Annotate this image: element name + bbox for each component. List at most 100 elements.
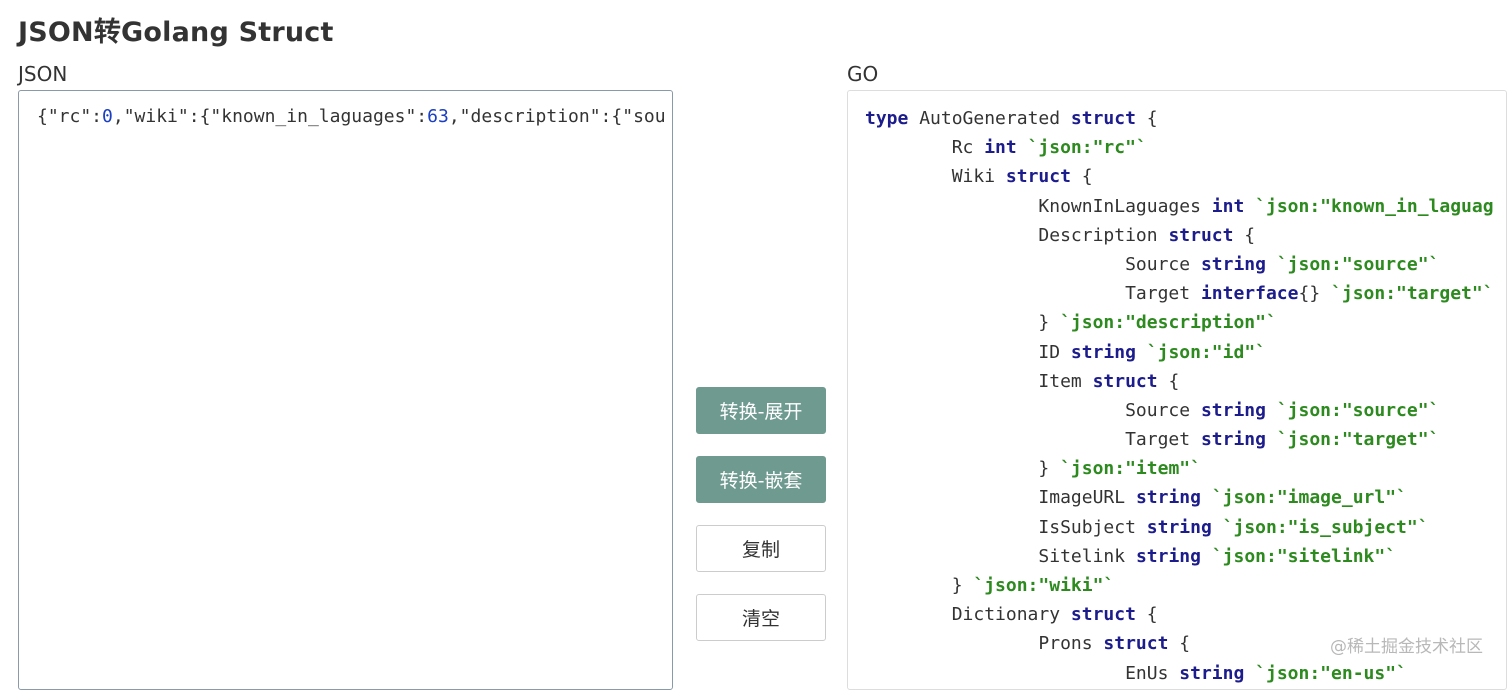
- go-struct-tag: `json:"rc"`: [1027, 137, 1147, 159]
- go-code-token: Source: [865, 253, 1201, 275]
- go-code-token: [1266, 254, 1277, 275]
- copy-button[interactable]: 复制: [696, 525, 826, 572]
- json-panel-label: JSON: [18, 62, 68, 86]
- go-keyword: struct: [1168, 224, 1234, 246]
- go-code-token: Wiki: [865, 166, 1006, 188]
- go-struct-tag: `json:"sitelink"`: [1211, 545, 1397, 567]
- go-code-token: {: [1135, 604, 1158, 626]
- go-code-token: Target: [865, 429, 1201, 451]
- go-code-token: Sitelink: [865, 545, 1136, 567]
- go-code-token: Prons: [865, 633, 1104, 655]
- go-code-token: {: [1233, 224, 1256, 246]
- go-code-line: Wiki struct {: [865, 162, 1494, 191]
- go-code-line: IsSubject string `json:"is_subject"`: [865, 513, 1494, 542]
- go-keyword: string: [1200, 429, 1266, 451]
- go-code-token: EnUs: [865, 662, 1180, 684]
- go-code-line: } `json:"wiki"`: [865, 571, 1494, 600]
- go-code-token: {: [1157, 370, 1180, 392]
- go-code-line: Target string `json:"target"`: [865, 425, 1494, 454]
- go-code-token: Source: [865, 399, 1201, 421]
- go-struct-tag: `json:"known_in_laguag: [1255, 195, 1494, 217]
- go-code-token: [1266, 400, 1277, 421]
- go-code-token: }: [865, 312, 1061, 334]
- go-keyword: string: [1200, 399, 1266, 421]
- go-struct-tag: `json:"source"`: [1276, 253, 1440, 275]
- go-code-line: type AutoGenerated struct {: [865, 104, 1494, 133]
- go-struct-tag: `json:"image_url"`: [1211, 487, 1407, 509]
- go-panel-label: GO: [847, 62, 879, 86]
- go-keyword: interface: [1200, 283, 1299, 305]
- go-code-line: Item struct {: [865, 367, 1494, 396]
- go-code-token: Item: [865, 370, 1093, 392]
- go-keyword: struct: [1092, 370, 1158, 392]
- go-code-token: [1201, 546, 1212, 567]
- go-code-line: } `json:"description"`: [865, 308, 1494, 337]
- go-code-token: [1244, 196, 1255, 217]
- go-keyword: int: [984, 137, 1017, 159]
- go-code-token: }: [865, 575, 974, 596]
- go-struct-tag: `json:"source"`: [1276, 399, 1440, 421]
- go-code-token: {: [1070, 166, 1093, 188]
- clear-button[interactable]: 清空: [696, 594, 826, 641]
- go-struct-tag: `json:"wiki"`: [973, 575, 1115, 596]
- go-struct-tag: `json:"id"`: [1146, 341, 1266, 363]
- go-code-token: Description: [865, 224, 1169, 246]
- go-code-token: ImageURL: [865, 487, 1136, 509]
- json-input-text: {"rc":0,"wiki":{"known_in_laguages":63,"…: [37, 106, 666, 127]
- go-code-line: ID string `json:"id"`: [865, 338, 1494, 367]
- go-code-token: [1266, 429, 1277, 450]
- go-keyword: string: [1135, 487, 1201, 509]
- go-code-line: } `json:"item"`: [865, 454, 1494, 483]
- go-code-line: Sitelink string `json:"sitelink"`: [865, 542, 1494, 571]
- go-struct-tag: `json:"item"`: [1060, 458, 1201, 480]
- go-code-token: [1017, 137, 1028, 158]
- go-struct-tag: `json:"is_subject"`: [1222, 516, 1429, 538]
- go-code-line: Description struct {: [865, 221, 1494, 250]
- go-code-token: }: [865, 458, 1061, 480]
- page-title: JSON转Golang Struct: [18, 17, 334, 48]
- go-code-token: IsSubject: [865, 516, 1147, 538]
- go-code-token: ID: [865, 341, 1071, 363]
- go-code-line: EnUs string `json:"en-us"`: [865, 659, 1494, 688]
- go-keyword: string: [1200, 253, 1266, 275]
- watermark: @稀土掘金技术社区: [1330, 637, 1483, 657]
- go-keyword: int: [1211, 195, 1245, 217]
- go-struct-tag: `json:"target"`: [1276, 429, 1440, 451]
- go-keyword: struct: [1005, 166, 1071, 188]
- go-code-token: Dictionary: [865, 604, 1071, 626]
- go-code-line: Rc int `json:"rc"`: [865, 133, 1494, 162]
- go-keyword: struct: [1103, 633, 1169, 655]
- go-code-block: type AutoGenerated struct { Rc int `json…: [865, 104, 1494, 688]
- go-keyword: string: [1135, 545, 1201, 567]
- go-keyword: type: [865, 108, 909, 129]
- go-code-token: {}: [1298, 283, 1332, 305]
- go-keyword: string: [1146, 516, 1212, 538]
- go-struct-tag: `json:"en-us"`: [1255, 662, 1407, 684]
- go-code-line: Source string `json:"source"`: [865, 396, 1494, 425]
- go-code-line: Source string `json:"source"`: [865, 250, 1494, 279]
- go-code-token: Rc: [865, 137, 985, 159]
- convert-nested-button[interactable]: 转换-嵌套: [696, 456, 826, 503]
- go-output-box[interactable]: type AutoGenerated struct { Rc int `json…: [847, 90, 1507, 690]
- go-keyword: struct: [1070, 604, 1136, 626]
- go-keyword: string: [1179, 662, 1245, 684]
- go-code-token: {: [1168, 633, 1191, 655]
- go-struct-tag: `json:"description"`: [1060, 312, 1277, 334]
- go-code-token: {: [1135, 108, 1158, 129]
- go-code-token: [1244, 663, 1255, 684]
- go-struct-tag: `json:"target"`: [1331, 283, 1494, 305]
- go-code-token: Target: [865, 283, 1201, 305]
- json-input-textarea[interactable]: {"rc":0,"wiki":{"known_in_laguages":63,"…: [18, 90, 673, 690]
- convert-expand-button[interactable]: 转换-展开: [696, 387, 826, 434]
- go-code-line: Target interface{} `json:"target"`: [865, 279, 1494, 308]
- go-keyword: string: [1070, 341, 1136, 363]
- go-code-line: ImageURL string `json:"image_url"`: [865, 483, 1494, 512]
- go-code-token: [1201, 487, 1212, 508]
- go-code-token: [1136, 342, 1147, 363]
- go-code-line: Dictionary struct {: [865, 600, 1494, 629]
- go-code-line: KnownInLaguages int `json:"known_in_lagu…: [865, 192, 1494, 221]
- go-keyword: struct: [1070, 108, 1136, 129]
- go-code-token: [1212, 517, 1223, 538]
- go-code-token: KnownInLaguages: [865, 195, 1212, 217]
- go-code-token: AutoGenerated: [908, 108, 1071, 129]
